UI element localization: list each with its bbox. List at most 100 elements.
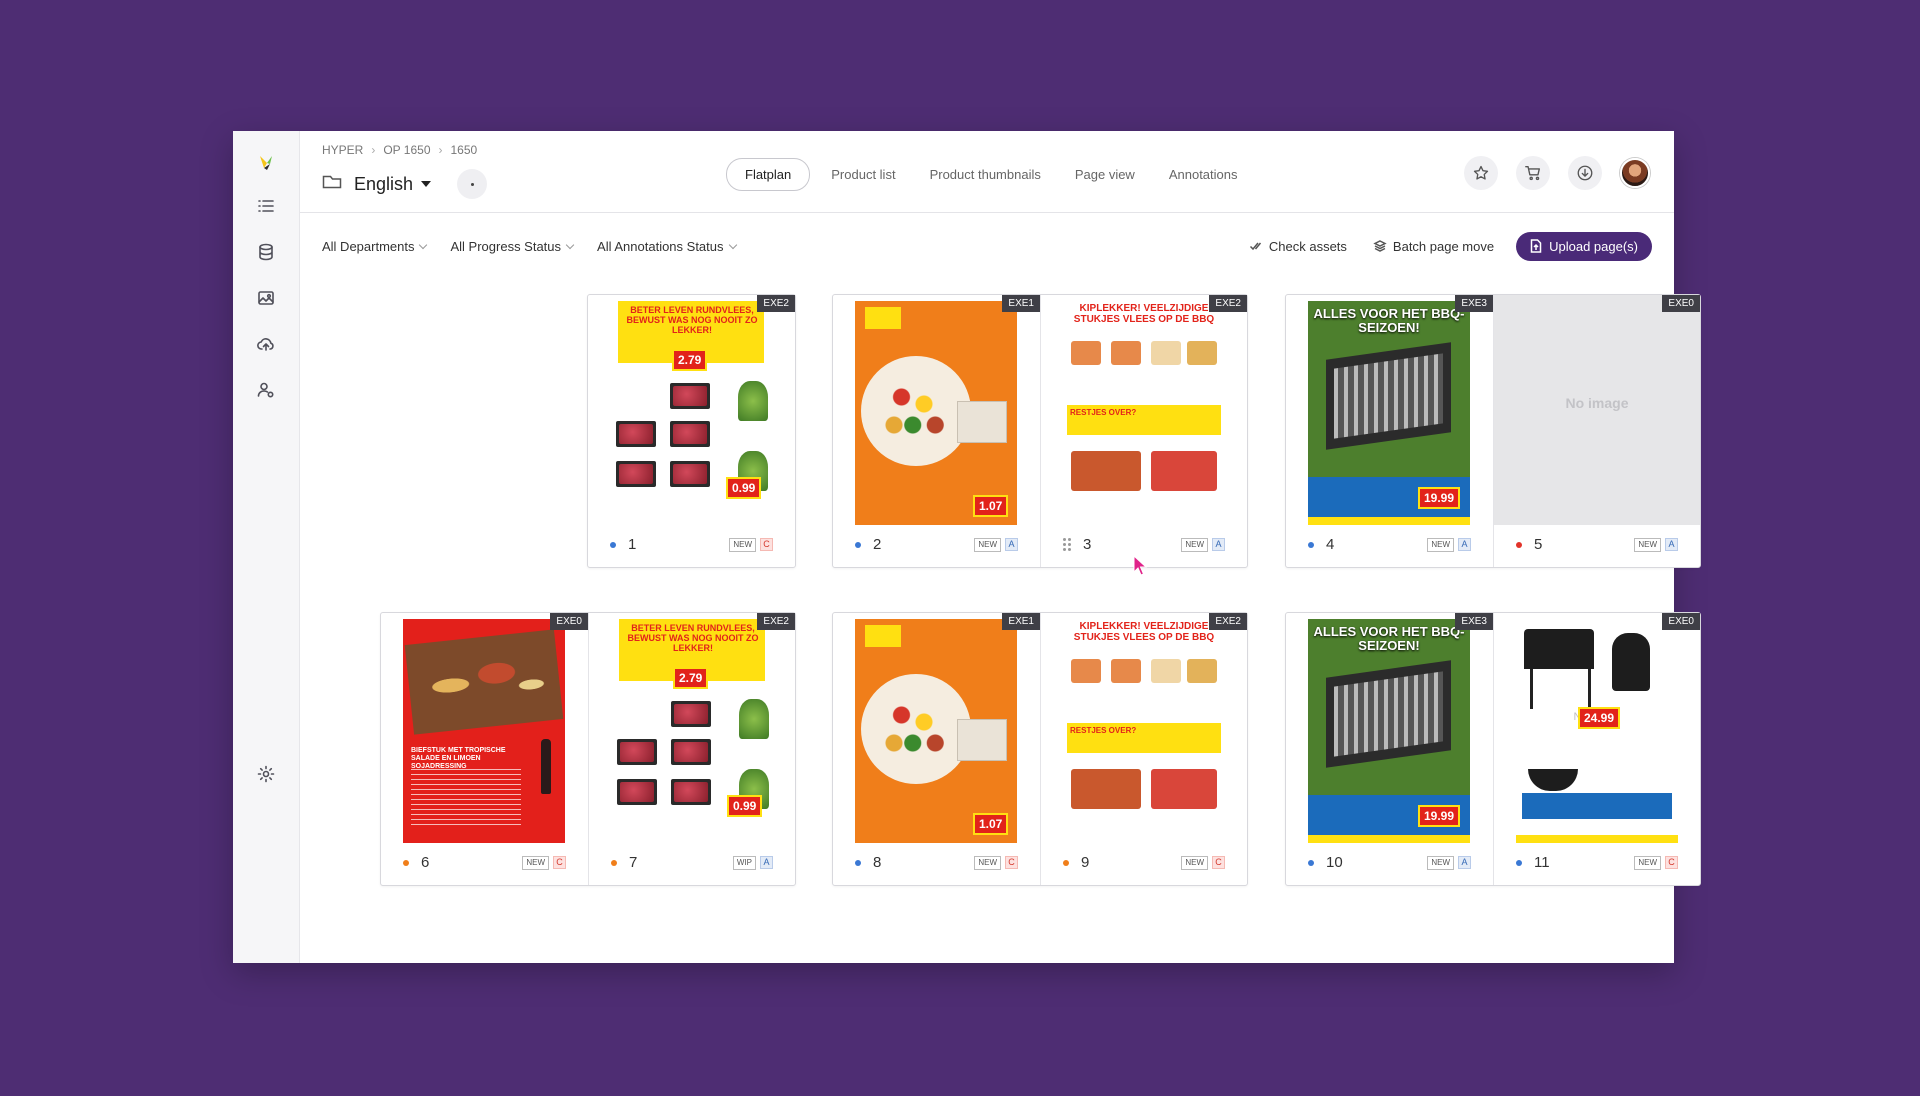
page-footer: 3 NEW A xyxy=(1063,536,1225,553)
page-card[interactable]: EXE2 BETER LEVEN RUNDVLEES, BEWUST WAS N… xyxy=(588,295,795,567)
page-card[interactable]: EXE1 1.07 2 NEW A xyxy=(833,295,1040,567)
page-thumbnail[interactable]: ALLES VOOR HET BBQ-SEIZOEN! 19.99 xyxy=(1308,301,1470,525)
letter-badge: A xyxy=(1005,537,1018,551)
exe-badge: EXE2 xyxy=(757,613,795,630)
tab-annotations[interactable]: Annotations xyxy=(1152,159,1255,190)
page-thumbnail[interactable]: KIPLEKKER! VEELZIJDIGE STUKJES VLEES OP … xyxy=(1063,619,1225,843)
check-assets-button[interactable]: Check assets xyxy=(1249,239,1347,254)
cart-button[interactable] xyxy=(1516,156,1550,190)
exe-badge: EXE0 xyxy=(550,613,588,630)
batch-move-label: Batch page move xyxy=(1392,238,1495,254)
page-thumbnail[interactable]: KIPLEKKER! VEELZIJDIGE STUKJES VLEES OP … xyxy=(1063,301,1225,525)
letter-badge: C xyxy=(760,537,773,551)
page-card[interactable]: EXE0 No image 5 NEW A xyxy=(1493,295,1700,567)
flyer-title: ALLES VOOR HET BBQ-SEIZOEN! xyxy=(1313,624,1465,653)
exe-badge: EXE0 xyxy=(1662,613,1700,630)
page-card[interactable]: EXE3 ALLES VOOR HET BBQ-SEIZOEN! 19.99 1… xyxy=(1286,613,1493,885)
breadcrumb-item[interactable]: HYPER xyxy=(322,143,363,157)
page-footer: 2 NEW A xyxy=(855,536,1018,553)
drag-handle-icon[interactable] xyxy=(1063,538,1071,551)
annotations-status-filter[interactable]: All Annotations Status xyxy=(597,239,737,254)
sidebar xyxy=(233,131,300,963)
batch-page-move-button[interactable]: Batch page move xyxy=(1373,239,1494,254)
user-settings-icon[interactable] xyxy=(253,377,279,403)
flyer-band: RESTJES OVER? xyxy=(1070,408,1137,417)
page-thumbnail[interactable]: ALLES VOOR HET BBQ-SEIZOEN! 19.99 xyxy=(1308,619,1470,843)
no-image-label: No image xyxy=(1565,395,1629,411)
cloud-upload-icon[interactable] xyxy=(253,331,279,357)
page-thumbnail[interactable]: 1.07 xyxy=(855,301,1017,525)
status-badge: NEW xyxy=(522,855,549,870)
spread-5: EXE1 1.07 8 NEW C EXE2 KIPLEKKER! VEELZIJ… xyxy=(832,612,1248,886)
page-footer: 10 NEW A xyxy=(1308,854,1471,871)
page-number: 2 xyxy=(873,536,882,553)
list-icon[interactable] xyxy=(253,193,279,219)
mouse-cursor-icon xyxy=(1133,555,1148,576)
settings-gear-icon[interactable] xyxy=(253,761,279,787)
page-card[interactable]: EXE2 KIPLEKKER! VEELZIJDIGE STUKJES VLEE… xyxy=(1040,295,1247,567)
spread-1: EXE2 BETER LEVEN RUNDVLEES, BEWUST WAS N… xyxy=(587,294,796,568)
letter-badge: A xyxy=(1212,537,1225,551)
page-footer: 5 NEW A xyxy=(1516,536,1678,553)
page-card[interactable]: EXE2 BETER LEVEN RUNDVLEES, BEWUST WAS N… xyxy=(588,613,795,885)
page-number: 3 xyxy=(1083,536,1092,553)
flyer-price: 24.99 xyxy=(1578,707,1621,729)
image-icon[interactable] xyxy=(253,285,279,311)
flyer-title: BIEFSTUK MET TROPISCHE SALADE EN LIMOEN … xyxy=(411,747,506,770)
tab-page-view[interactable]: Page view xyxy=(1058,159,1152,190)
spread-2: EXE1 1.07 2 NEW A EXE2 KIPLEKKER! VEELZIJ… xyxy=(832,294,1248,568)
status-dot xyxy=(403,859,409,866)
upload-pages-button[interactable]: Upload page(s) xyxy=(1516,231,1652,261)
page-thumbnail[interactable]: 1.07 xyxy=(855,619,1017,843)
tab-product-list[interactable]: Product list xyxy=(814,159,912,190)
flyer-title: KIPLEKKER! VEELZIJDIGE STUKJES VLEES OP … xyxy=(1073,621,1215,643)
tab-flatplan[interactable]: Flatplan xyxy=(726,158,811,191)
page-card[interactable]: EXE0 No image 24.99 11 NEW C xyxy=(1493,613,1700,885)
page-thumbnail-empty[interactable]: No image xyxy=(1494,295,1700,525)
spread-3: EXE3 ALLES VOOR HET BBQ-SEIZOEN! 19.99 4… xyxy=(1285,294,1701,568)
page-card[interactable]: EXE0 BIEFSTUK MET TROPISCHE SALADE EN LI… xyxy=(381,613,588,885)
exe-badge: EXE1 xyxy=(1002,613,1040,630)
letter-badge: A xyxy=(760,855,773,869)
page-number: 11 xyxy=(1534,854,1550,871)
check-assets-label: Check assets xyxy=(1268,238,1347,254)
breadcrumb-item[interactable]: 1650 xyxy=(451,143,478,157)
page-title: English xyxy=(354,173,414,194)
page-number: 1 xyxy=(628,536,637,553)
spread-4: EXE0 BIEFSTUK MET TROPISCHE SALADE EN LI… xyxy=(380,612,796,886)
tab-product-thumbnails[interactable]: Product thumbnails xyxy=(913,159,1058,190)
database-icon[interactable] xyxy=(253,239,279,265)
page-footer: 11 NEW C xyxy=(1516,854,1678,871)
departments-filter[interactable]: All Departments xyxy=(322,239,428,254)
page-card[interactable]: EXE3 ALLES VOOR HET BBQ-SEIZOEN! 19.99 4… xyxy=(1286,295,1493,567)
status-badge: NEW xyxy=(729,537,756,552)
progress-status-filter[interactable]: All Progress Status xyxy=(450,239,575,254)
page-thumbnail[interactable]: BETER LEVEN RUNDVLEES, BEWUST WAS NOG NO… xyxy=(611,619,773,843)
download-button[interactable] xyxy=(1568,156,1602,190)
page-thumbnail[interactable]: BIEFSTUK MET TROPISCHE SALADE EN LIMOEN … xyxy=(403,619,565,843)
page-number: 7 xyxy=(629,854,638,871)
status-badge: WIP xyxy=(732,855,756,870)
favorite-button[interactable] xyxy=(1464,156,1498,190)
flyer-price: 0.99 xyxy=(726,477,762,499)
page-card[interactable]: EXE1 1.07 8 NEW C xyxy=(833,613,1040,885)
chevron-down-icon xyxy=(419,240,428,249)
page-thumbnail[interactable]: No image 24.99 xyxy=(1516,619,1678,843)
status-badge: NEW xyxy=(1634,537,1661,552)
flyer-band: RESTJES OVER? xyxy=(1070,726,1137,735)
more-options-button[interactable] xyxy=(457,169,488,199)
language-dropdown[interactable]: English xyxy=(354,173,432,195)
breadcrumb-separator-icon: › xyxy=(438,143,443,157)
breadcrumb-item[interactable]: OP 1650 xyxy=(383,143,430,157)
page-card[interactable]: EXE2 KIPLEKKER! VEELZIJDIGE STUKJES VLEE… xyxy=(1040,613,1247,885)
exe-badge: EXE2 xyxy=(757,295,795,312)
flyer-price: 19.99 xyxy=(1418,487,1461,509)
page-thumbnail[interactable]: BETER LEVEN RUNDVLEES, BEWUST WAS NOG NO… xyxy=(610,301,772,525)
status-badge: NEW xyxy=(1427,855,1454,870)
flyer-price: 2.79 xyxy=(672,349,708,371)
logo-icon[interactable] xyxy=(253,149,279,175)
check-double-icon xyxy=(1249,242,1261,251)
flyer-price: 1.07 xyxy=(973,495,1009,517)
user-avatar[interactable] xyxy=(1620,158,1650,188)
flyer-title: ALLES VOOR HET BBQ-SEIZOEN! xyxy=(1313,306,1465,335)
